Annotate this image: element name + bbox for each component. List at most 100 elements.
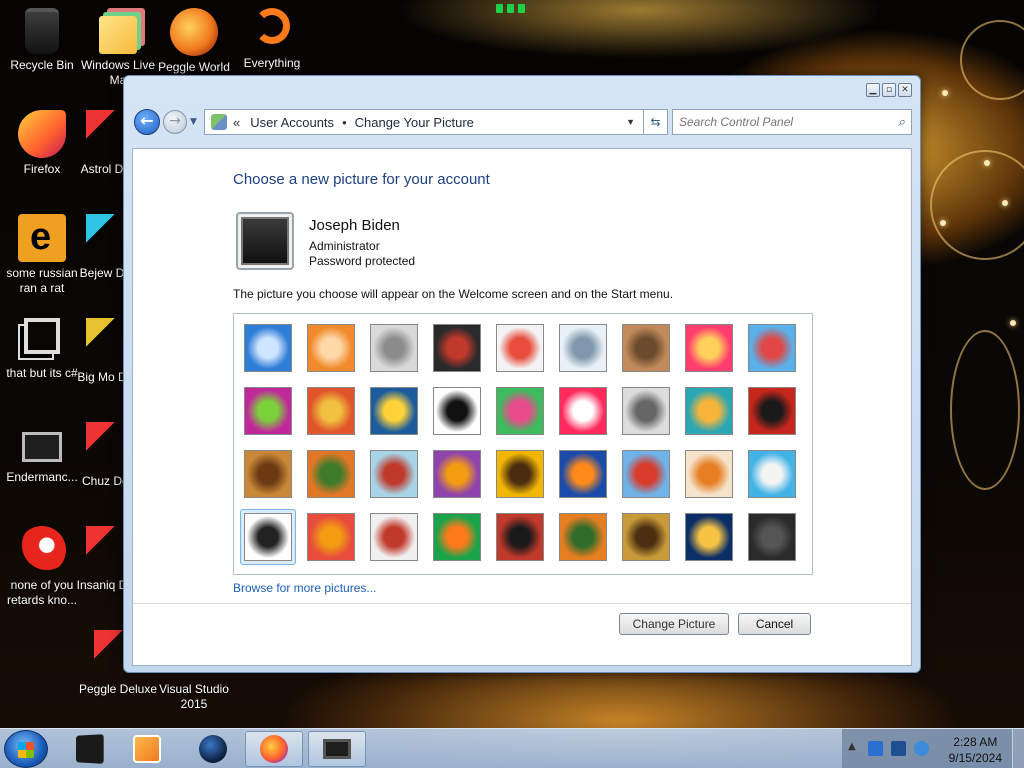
wicker-basket-thumbnail (622, 513, 670, 561)
picture-option-stairs[interactable] (681, 383, 737, 439)
breadcrumb[interactable]: « User Accounts • Change Your Picture ▼ (204, 109, 644, 135)
picture-option-gyroscope[interactable] (555, 320, 611, 376)
peggle-icon (170, 8, 218, 56)
breadcrumb-user-accounts[interactable]: User Accounts (250, 115, 334, 130)
picture-option-woven-pattern[interactable] (492, 509, 548, 565)
picture-option-fabric-weave[interactable] (303, 383, 359, 439)
picture-option-starfish[interactable] (303, 320, 359, 376)
breadcrumb-separator[interactable]: • (342, 115, 347, 130)
picture-option-striped-fabric[interactable] (303, 509, 359, 565)
picture-option-bowling-ball[interactable] (240, 383, 296, 439)
show-hidden-icons-button[interactable]: ▲ (848, 741, 856, 752)
butterfly-thumbnail (559, 513, 607, 561)
tropical-fish-thumbnail (559, 450, 607, 498)
desktop-icon-everything[interactable]: Everything (230, 8, 314, 71)
picture-option-marbles[interactable] (366, 509, 422, 565)
refresh-button[interactable]: ⇆ (644, 109, 668, 135)
picture-option-ferris-wheel[interactable] (744, 320, 800, 376)
desktop-icon-label: Peggle Deluxe (78, 682, 158, 696)
back-button[interactable]: ← (134, 109, 160, 135)
picture-option-jacks[interactable] (618, 383, 674, 439)
tray-monitor-icon[interactable] (891, 741, 906, 756)
picture-option-pomeranian[interactable] (303, 446, 359, 502)
page-title: Choose a new picture for your account (233, 171, 490, 188)
clock[interactable]: 2:28 AM 9/15/2024 (949, 734, 1002, 766)
picture-option-paper-star[interactable] (555, 383, 611, 439)
picture-option-hot-air-balloon[interactable] (618, 446, 674, 502)
search-input[interactable] (679, 115, 898, 129)
picture-option-monitor-picture[interactable] (744, 509, 800, 565)
tray-network-icon[interactable] (868, 741, 883, 756)
gerbera-flower-thumbnail (685, 324, 733, 372)
hot-air-balloon-thumbnail (622, 450, 670, 498)
desktop-icon-recycle-bin[interactable]: Recycle Bin (0, 8, 84, 73)
picture-option-crayons[interactable] (492, 383, 548, 439)
taskbar: ▲ 2:28 AM 9/15/2024 (0, 728, 1024, 768)
breadcrumb-overflow-icon[interactable]: « (233, 115, 240, 130)
marbles-thumbnail (370, 513, 418, 561)
minimize-button[interactable]: ▁ (866, 83, 880, 97)
picture-option-turntable[interactable] (429, 320, 485, 376)
picture-option-sunflower[interactable] (492, 446, 548, 502)
taskbar-app-control-panel[interactable] (308, 731, 366, 767)
forward-button[interactable]: → (163, 110, 187, 134)
picture-option-kitten[interactable] (618, 320, 674, 376)
picture-option-robot-toy[interactable] (366, 320, 422, 376)
robot-toy-thumbnail (370, 324, 418, 372)
wallpaper-sparkle (940, 220, 946, 226)
picture-option-yellow-leaf[interactable] (366, 383, 422, 439)
recent-pages-dropdown[interactable]: ▼ (190, 117, 202, 127)
tray-volume-icon[interactable] (914, 741, 929, 756)
picture-option-border-collie[interactable] (429, 383, 485, 439)
picture-option-colorful-cloth[interactable] (429, 446, 485, 502)
woven-pattern-thumbnail (496, 513, 544, 561)
picture-option-sailboat[interactable] (744, 446, 800, 502)
picture-option-tin-robot[interactable] (366, 446, 422, 502)
start-button[interactable] (4, 730, 48, 768)
picture-option-lucky-cat[interactable] (492, 320, 548, 376)
change-picture-window: ▁ ▫ ✕ ← → ▼ « User Accounts • Change You… (123, 75, 921, 673)
striped-fabric-thumbnail (307, 513, 355, 561)
taskbar-app-media-player[interactable] (118, 731, 176, 767)
border-collie-thumbnail (433, 387, 481, 435)
picture-description: The picture you choose will appear on th… (233, 287, 674, 301)
wallpaper-swirl (950, 330, 1020, 490)
folder-icon (99, 16, 137, 54)
taskbar-app-terminal[interactable] (60, 731, 118, 767)
taskbar-app-firefox[interactable] (245, 731, 303, 767)
picture-option-tropical-fish[interactable] (555, 446, 611, 502)
breadcrumb-change-your-picture[interactable]: Change Your Picture (355, 115, 474, 130)
picture-option-clay-figure[interactable] (681, 446, 737, 502)
kitten-thumbnail (622, 324, 670, 372)
browse-more-pictures-link[interactable]: Browse for more pictures... (233, 581, 376, 595)
picture-option-guitar[interactable] (240, 446, 296, 502)
picture-option-gerbera-flower[interactable] (681, 320, 737, 376)
shortcut-icon (24, 318, 60, 354)
picture-option-green-window[interactable] (429, 509, 485, 565)
desktop-icon-label: Everything (243, 56, 301, 70)
clay-figure-thumbnail (685, 450, 733, 498)
wallpaper-sparkle (942, 90, 948, 96)
cancel-button[interactable]: Cancel (738, 613, 811, 635)
chevron-down-icon[interactable]: ▼ (626, 117, 635, 127)
picture-option-lighthouse[interactable] (681, 509, 737, 565)
picture-option-paper-crane[interactable] (744, 383, 800, 439)
picture-option-roller-coaster[interactable] (240, 320, 296, 376)
picture-option-wicker-basket[interactable] (618, 509, 674, 565)
picture-option-butterfly[interactable] (555, 509, 611, 565)
change-picture-button[interactable]: Change Picture (619, 613, 729, 635)
window-controls: ▁ ▫ ✕ (866, 83, 912, 97)
wallpaper-sparkle (1010, 320, 1016, 326)
desktop-icon-label: Visual Studio 2015 (159, 682, 229, 711)
taskbar-app-browser[interactable] (184, 731, 242, 767)
show-desktop-button[interactable] (1012, 729, 1024, 768)
green-window-thumbnail (433, 513, 481, 561)
search-icon[interactable]: ⌕ (898, 114, 905, 130)
desktop-icon-peggle-world[interactable]: Peggle World (152, 8, 236, 75)
globe-icon (199, 735, 227, 763)
picture-option-soccer-ball[interactable] (240, 509, 296, 565)
firefox-icon (18, 110, 66, 158)
crayons-thumbnail (496, 387, 544, 435)
close-button[interactable]: ✕ (898, 83, 912, 97)
maximize-button[interactable]: ▫ (882, 83, 896, 97)
